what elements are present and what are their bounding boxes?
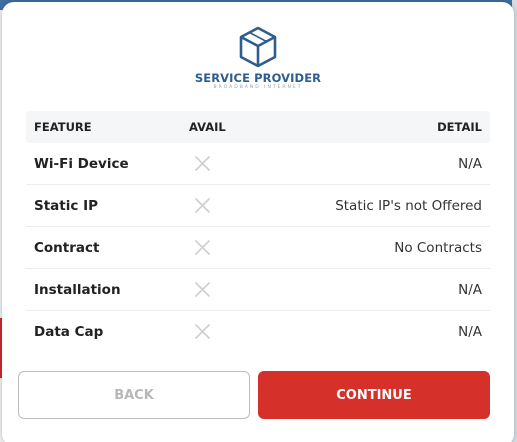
unavailable-x-icon (195, 240, 210, 255)
feature-detail: N/A (458, 281, 482, 298)
logo-subtitle: BROADBAND INTERNET (213, 85, 303, 90)
unavailable-x-icon (195, 324, 210, 339)
unavailable-x-icon (195, 156, 210, 171)
feature-detail: N/A (458, 155, 482, 172)
feature-name: Installation (34, 281, 121, 298)
table-row: Installation N/A (26, 269, 490, 311)
feature-name: Wi-Fi Device (34, 155, 129, 172)
table-row: Contract No Contracts (26, 227, 490, 269)
features-table: FEATURE AVAIL DETAIL Wi-Fi Device N/A St… (26, 111, 490, 352)
unavailable-x-icon (195, 282, 210, 297)
cube-logo-icon (239, 26, 277, 68)
header-detail: DETAIL (437, 120, 482, 134)
table-row: Static IP Static IP's not Offered (26, 185, 490, 227)
header-feature: FEATURE (34, 120, 92, 134)
feature-detail: No Contracts (394, 239, 482, 256)
feature-name: Data Cap (34, 323, 104, 340)
avail-cell (182, 240, 262, 255)
feature-name: Contract (34, 239, 100, 256)
avail-cell (182, 198, 262, 213)
unavailable-x-icon (195, 198, 210, 213)
logo-title: SERVICE PROVIDER (194, 71, 322, 85)
feature-modal: SERVICE PROVIDER BROADBAND INTERNET FEAT… (2, 2, 514, 442)
table-row: Data Cap N/A (26, 311, 490, 352)
header-avail: AVAIL (189, 120, 226, 134)
provider-logo: SERVICE PROVIDER BROADBAND INTERNET (2, 26, 514, 91)
avail-cell (182, 282, 262, 297)
feature-detail: N/A (458, 323, 482, 340)
continue-button[interactable]: CONTINUE (258, 371, 490, 419)
avail-cell (182, 324, 262, 339)
table-row: Wi-Fi Device N/A (26, 143, 490, 185)
feature-name: Static IP (34, 197, 98, 214)
table-header: FEATURE AVAIL DETAIL (26, 111, 490, 143)
back-button[interactable]: BACK (18, 371, 250, 419)
avail-cell (182, 156, 262, 171)
feature-detail: Static IP's not Offered (335, 197, 482, 214)
